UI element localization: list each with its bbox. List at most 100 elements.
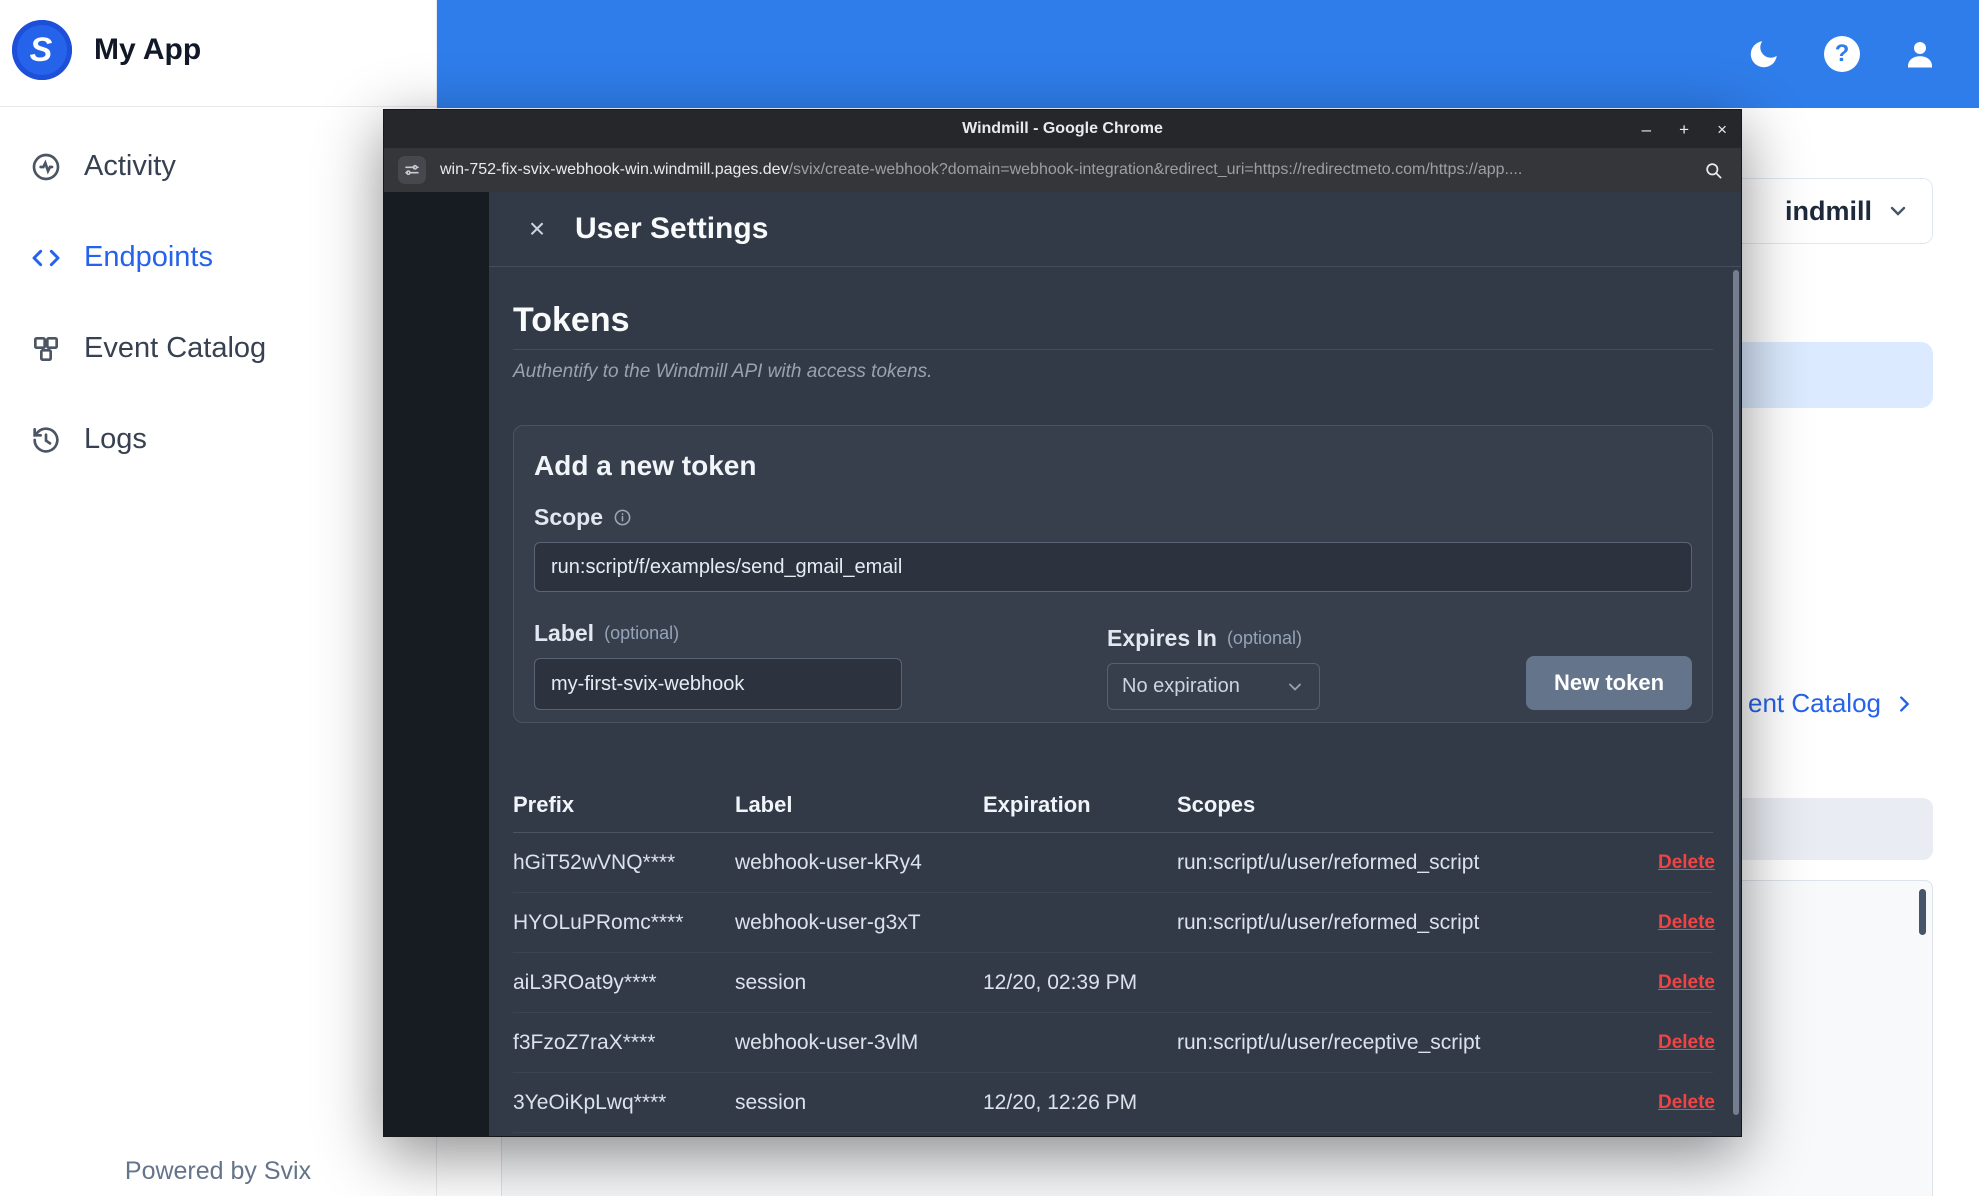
delete-token-link[interactable]: Delete xyxy=(1658,972,1715,994)
token-prefix: HYOLuPRomc**** xyxy=(513,910,684,934)
activity-icon xyxy=(32,153,60,180)
label-optional: (optional) xyxy=(604,623,680,643)
chevron-down-icon xyxy=(1289,683,1301,691)
portal-topbar: ? xyxy=(437,0,1979,108)
site-settings-button[interactable] xyxy=(398,156,426,184)
token-scopes: run:script/u/user/reformed_script xyxy=(1177,910,1480,934)
token-expiration: 12/20, 12:26 PM xyxy=(983,1090,1138,1114)
token-expiration: 12/20, 02:39 PM xyxy=(983,970,1138,994)
col-header-label: Label xyxy=(735,791,793,817)
add-token-card: Add a new token Scope Label (optional xyxy=(513,425,1713,723)
dark-mode-toggle[interactable] xyxy=(1745,35,1783,73)
window-titlebar[interactable]: Windmill - Google Chrome – + × xyxy=(384,110,1741,148)
table-row: f3FzoZ7raX**** webhook-user-3vlM run:scr… xyxy=(513,1013,1715,1073)
chevron-down-icon xyxy=(1890,206,1906,216)
sidebar-item-label: Event Catalog xyxy=(84,332,267,364)
col-header-prefix: Prefix xyxy=(513,791,575,817)
help-icon: ? xyxy=(1824,36,1860,72)
tokens-subheading: Authentify to the Windmill API with acce… xyxy=(513,361,933,382)
catalog-icon xyxy=(34,336,58,361)
add-token-title: Add a new token xyxy=(534,450,757,481)
close-window-button[interactable]: × xyxy=(1717,121,1727,138)
minimize-button[interactable]: – xyxy=(1642,121,1651,138)
label-input[interactable] xyxy=(534,658,902,710)
code-icon xyxy=(32,249,60,266)
panel-scrollbar[interactable] xyxy=(1919,889,1926,935)
brand: S My App xyxy=(0,0,436,100)
heading-divider xyxy=(513,349,1713,350)
token-prefix: f3FzoZ7raX**** xyxy=(513,1030,656,1054)
token-form-row: Label (optional) Expires In (optional) xyxy=(534,620,1692,710)
event-catalog-link[interactable]: ent Catalog xyxy=(1748,688,1915,719)
chevron-right-icon xyxy=(1900,695,1910,712)
delete-token-link[interactable]: Delete xyxy=(1658,912,1715,934)
tokens-heading: Tokens xyxy=(513,301,630,339)
magnifier-icon xyxy=(1706,162,1722,178)
token-label: webhook-user-3vlM xyxy=(735,1030,919,1054)
sidebar-item-activity[interactable]: Activity xyxy=(0,121,436,212)
token-label: webhook-user-g3xT xyxy=(735,910,921,934)
delete-token-link[interactable]: Delete xyxy=(1658,852,1715,874)
delete-token-link[interactable]: Delete xyxy=(1658,1092,1715,1114)
modal-header: × User Settings xyxy=(489,192,1741,267)
window-title: Windmill - Google Chrome xyxy=(962,120,1163,137)
sidebar-item-label: Logs xyxy=(84,423,147,455)
portal-sidebar: S My App Activity Endpoints Event Catalo… xyxy=(0,0,437,1196)
event-catalog-link-label: ent Catalog xyxy=(1748,688,1881,718)
token-label: session xyxy=(735,1090,807,1114)
scope-label: Scope xyxy=(534,504,604,530)
modal-body: Tokens Authentify to the Windmill API wi… xyxy=(489,267,1741,1133)
page-backdrop-strip xyxy=(384,192,489,1136)
table-header-row: Prefix Label Expiration Scopes xyxy=(513,777,1713,833)
sidebar-nav: Activity Endpoints Event Catalog Logs xyxy=(0,107,436,485)
scope-input[interactable] xyxy=(534,542,1692,592)
environment-name: indmill xyxy=(1785,195,1872,226)
browser-viewport: × User Settings Tokens Authentify to the… xyxy=(384,192,1741,1136)
expiration-value: No expiration xyxy=(1122,675,1240,697)
url-path: /svix/create-webhook?domain=webhook-inte… xyxy=(788,161,1523,178)
maximize-button[interactable]: + xyxy=(1679,121,1689,138)
token-scopes: run:script/u/user/reformed_script xyxy=(1177,850,1480,874)
modal-title: User Settings xyxy=(575,212,769,245)
help-button[interactable]: ? xyxy=(1823,35,1861,73)
expires-field: Expires In (optional) No expiration xyxy=(1107,625,1320,710)
new-token-button[interactable]: New token xyxy=(1526,656,1692,710)
browser-url-bar[interactable]: win-752-fix-svix-webhook-win.windmill.pa… xyxy=(384,148,1741,192)
token-prefix: 3YeOiKpLwq**** xyxy=(513,1090,667,1114)
token-label: webhook-user-kRy4 xyxy=(735,850,922,874)
url-domain: win-752-fix-svix-webhook-win.windmill.pa… xyxy=(440,161,789,178)
powered-by-svix: Powered by Svix xyxy=(124,1157,312,1185)
expires-optional: (optional) xyxy=(1226,628,1302,648)
url-text[interactable]: win-752-fix-svix-webhook-win.windmill.pa… xyxy=(440,161,1690,179)
sidebar-item-logs[interactable]: Logs xyxy=(0,394,436,485)
expiration-select[interactable]: No expiration xyxy=(1107,663,1320,710)
zoom-button[interactable] xyxy=(1704,161,1723,180)
token-prefix: aiL3ROat9y**** xyxy=(513,970,657,994)
modal-scrollbar[interactable] xyxy=(1733,270,1739,1115)
app-name: My App xyxy=(94,33,202,66)
table-row: aiL3ROat9y**** session 12/20, 02:39 PM D… xyxy=(513,953,1715,1013)
label-field: Label (optional) xyxy=(534,620,902,710)
sidebar-item-endpoints[interactable]: Endpoints xyxy=(0,212,436,303)
scope-field: Scope xyxy=(534,504,1692,592)
account-button[interactable] xyxy=(1901,35,1939,73)
info-icon xyxy=(614,509,631,526)
user-settings-modal: × User Settings Tokens Authentify to the… xyxy=(489,192,1741,1136)
delete-token-link[interactable]: Delete xyxy=(1658,1032,1715,1054)
token-prefix: hGiT52wVNQ**** xyxy=(513,850,676,874)
browser-window: Windmill - Google Chrome – + × win-752-f… xyxy=(383,109,1742,1137)
tune-icon xyxy=(405,164,419,176)
svix-logo-icon: S xyxy=(12,20,72,80)
user-icon xyxy=(1908,42,1932,68)
sidebar-item-event-catalog[interactable]: Event Catalog xyxy=(0,303,436,394)
token-label: session xyxy=(735,970,807,994)
history-icon xyxy=(33,426,59,453)
table-row: hGiT52wVNQ**** webhook-user-kRy4 run:scr… xyxy=(513,833,1715,893)
token-scopes: run:script/u/user/receptive_script xyxy=(1177,1030,1481,1054)
moon-icon xyxy=(1750,41,1777,68)
close-modal-button[interactable]: × xyxy=(517,209,557,249)
expires-label: Expires In xyxy=(1107,625,1217,651)
table-row: 3YeOiKpLwq**** session 12/20, 12:26 PM D… xyxy=(513,1073,1715,1133)
tokens-table: Prefix Label Expiration Scopes hGiT52wVN… xyxy=(513,777,1715,1133)
col-header-scopes: Scopes xyxy=(1177,791,1256,817)
